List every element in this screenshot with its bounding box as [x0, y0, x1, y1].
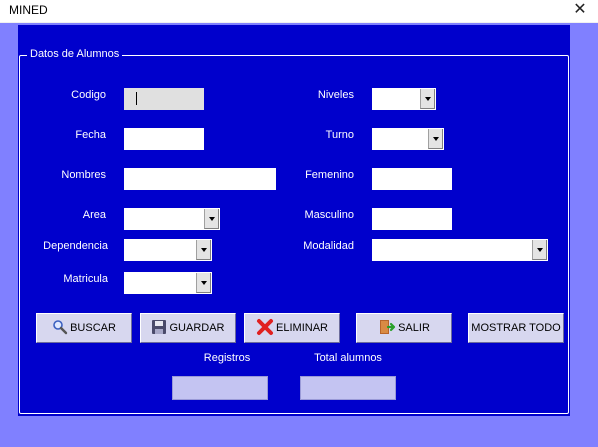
turno-select[interactable]: [372, 128, 444, 150]
frame-legend: Datos de Alumnos: [27, 48, 123, 60]
codigo-label: Codigo: [71, 89, 106, 101]
exit-door-icon: [378, 318, 396, 339]
title-bar: MINED ✕: [0, 0, 598, 23]
chevron-down-icon[interactable]: [428, 129, 443, 149]
chevron-down-icon[interactable]: [532, 240, 547, 260]
masculino-label: Masculino: [304, 209, 354, 221]
close-icon[interactable]: ✕: [566, 0, 594, 22]
salir-button[interactable]: SALIR: [356, 313, 452, 343]
chevron-down-icon[interactable]: [196, 240, 211, 260]
total-alumnos-display: [300, 376, 396, 400]
text-caret: [136, 92, 137, 105]
chevron-down-icon[interactable]: [204, 209, 219, 229]
guardar-button-label: GUARDAR: [169, 322, 225, 334]
buscar-button-label: BUSCAR: [70, 322, 116, 334]
masculino-input[interactable]: [372, 208, 452, 230]
nombres-label: Nombres: [61, 169, 106, 181]
matricula-label: Matricula: [63, 273, 108, 285]
turno-label: Turno: [325, 129, 354, 141]
fecha-input[interactable]: [124, 128, 204, 150]
window-title: MINED: [9, 3, 48, 17]
registros-label: Registros: [203, 352, 251, 364]
guardar-button[interactable]: GUARDAR: [140, 313, 236, 343]
nombres-input[interactable]: [124, 168, 276, 190]
mostrar-todo-button-label: MOSTRAR TODO: [471, 322, 561, 334]
mostrar-todo-button[interactable]: MOSTRAR TODO: [468, 313, 564, 343]
niveles-label: Niveles: [317, 89, 354, 101]
magnifier-icon: [52, 319, 68, 338]
fecha-label: Fecha: [75, 129, 106, 141]
area-select[interactable]: [124, 208, 220, 230]
modalidad-label: Modalidad: [303, 240, 354, 252]
dependencia-select[interactable]: [124, 239, 212, 261]
femenino-label: Femenino: [305, 169, 354, 181]
registros-display: [172, 376, 268, 400]
chevron-down-icon[interactable]: [420, 89, 435, 109]
eliminar-button[interactable]: ELIMINAR: [244, 313, 340, 343]
niveles-select[interactable]: [372, 88, 436, 110]
floppy-disk-icon: [151, 319, 167, 338]
femenino-input[interactable]: [372, 168, 452, 190]
modalidad-select[interactable]: [372, 239, 548, 261]
matricula-select[interactable]: [124, 272, 212, 294]
total-alumnos-label: Total alumnos: [314, 352, 382, 364]
buscar-button[interactable]: BUSCAR: [36, 313, 132, 343]
dependencia-label: Dependencia: [43, 240, 108, 252]
area-label: Area: [82, 209, 106, 221]
eliminar-button-label: ELIMINAR: [276, 322, 328, 334]
codigo-field-wrap: [124, 88, 204, 110]
chevron-down-icon[interactable]: [196, 273, 211, 293]
red-x-icon: [256, 318, 274, 339]
salir-button-label: SALIR: [398, 322, 430, 334]
